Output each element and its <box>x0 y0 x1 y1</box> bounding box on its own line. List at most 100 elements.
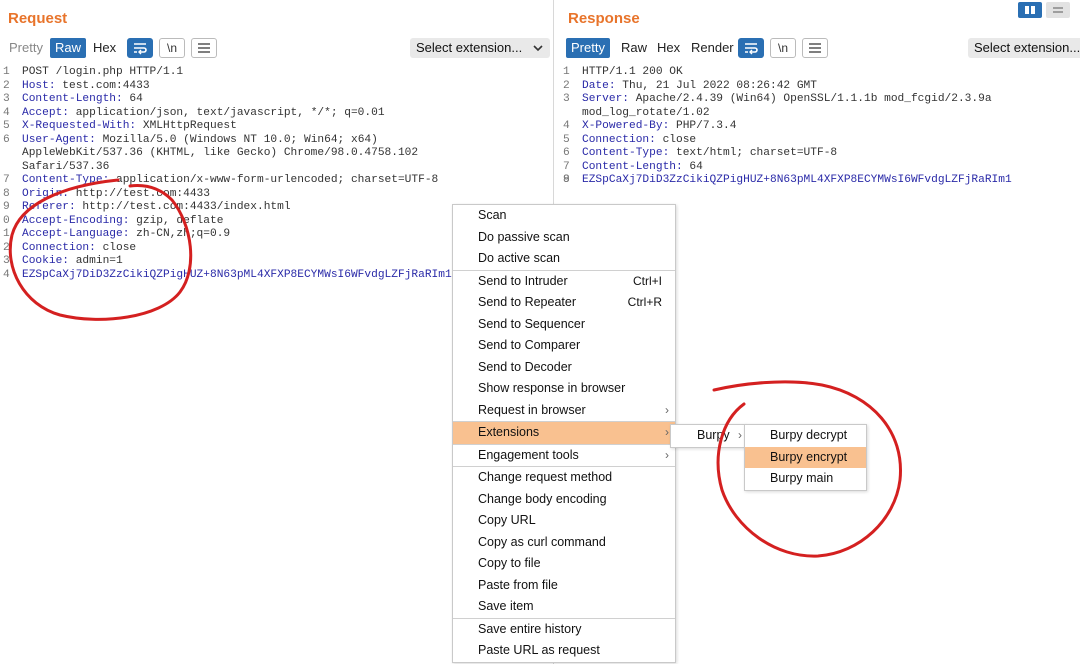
header-name: Cookie: <box>22 255 69 267</box>
menu-item-do-passive-scan[interactable]: Do passive scan <box>453 227 675 249</box>
wrap-lines-icon[interactable] <box>127 38 153 58</box>
line-number: 7 <box>3 174 10 186</box>
menu-icon[interactable] <box>191 38 217 58</box>
line-text: mod_log_rotate/1.02 <box>582 106 710 119</box>
tab-raw[interactable]: Raw <box>50 38 87 58</box>
header-name: Date: <box>582 79 616 92</box>
code-line: 1 POST /login.php HTTP/1.1 <box>0 66 553 80</box>
code-line: 7 Content-Length: 64 <box>560 161 1080 175</box>
newline-toggle-button[interactable]: \n <box>770 38 796 58</box>
line-number: 5 <box>563 133 570 146</box>
split-horizontal-icon[interactable] <box>1018 2 1042 18</box>
header-value: zh-CN,zh;q=0.9 <box>129 228 231 240</box>
menu-item-burpy-encrypt[interactable]: Burpy encrypt <box>745 446 866 468</box>
menu-item-save-item[interactable]: Save item <box>453 596 675 618</box>
menu-item-label: Show response in browser <box>478 381 626 395</box>
menu-item-label: Burpy decrypt <box>770 428 848 442</box>
context-menu: Scan Do passive scan Do active scan Send to… <box>452 204 676 663</box>
response-title: Response <box>568 10 640 27</box>
header-name: Accept: <box>22 106 69 119</box>
menu-item-show-response-in-browser[interactable]: Show response in browser <box>453 378 675 400</box>
line-number: 5 <box>3 120 10 132</box>
wrap-lines-icon[interactable] <box>738 38 764 58</box>
code-line: 8 Origin: http://test.com:4433 <box>0 188 553 202</box>
tab-raw[interactable]: Raw <box>616 38 652 58</box>
menu-item-paste-url-as-request[interactable]: Paste URL as request <box>453 640 675 662</box>
line-number: 2 <box>3 241 10 254</box>
response-toolbar: Pretty Raw Hex Render \n Select extensio… <box>566 38 1080 60</box>
menu-item-copy-as-curl-command[interactable]: Copy as curl command <box>453 532 675 554</box>
newline-toggle-button[interactable]: \n <box>159 38 185 58</box>
menu-item-label: Send to Intruder <box>478 273 568 288</box>
menu-item-copy-to-file[interactable]: Copy to file <box>453 553 675 575</box>
line-text: Safari/537.36 <box>22 160 110 173</box>
header-name: Referer: <box>22 201 76 213</box>
code-line: 6 Content-Type: text/html; charset=UTF-8 <box>560 147 1080 161</box>
menu-item-send-to-sequencer[interactable]: Send to Sequencer <box>453 314 675 336</box>
menu-item-engagement-tools[interactable]: Engagement tools › <box>453 445 675 467</box>
select-extension-dropdown[interactable]: Select extension... <box>410 38 534 58</box>
menu-item-send-to-comparer[interactable]: Send to Comparer <box>453 335 675 357</box>
menu-item-label: Extensions <box>478 425 540 439</box>
split-vertical-icon[interactable] <box>1046 2 1070 18</box>
header-name: Content-Type: <box>22 174 110 186</box>
menu-item-label: Copy URL <box>478 513 536 527</box>
code-line: 3 Server: Apache/2.4.39 (Win64) OpenSSL/1… <box>560 93 1080 107</box>
request-toolbar: Pretty Raw Hex \n Select extension... <box>4 38 550 60</box>
line-number: 6 <box>563 147 570 159</box>
header-value: gzip, deflate <box>129 214 224 227</box>
header-value: admin=1 <box>69 255 123 267</box>
chevron-right-icon: › <box>665 402 669 417</box>
menu-item-change-request-method[interactable]: Change request method <box>453 467 675 489</box>
menu-item-label: Paste from file <box>478 577 558 592</box>
menu-item-label: Send to Repeater <box>478 295 576 309</box>
layout-toggle <box>1018 2 1074 18</box>
menu-icon[interactable] <box>802 38 828 58</box>
menu-item-label: Send to Sequencer <box>478 316 586 331</box>
menu-item-burpy[interactable]: Burpy › <box>671 425 745 447</box>
menu-item-paste-from-file[interactable]: Paste from file <box>453 575 675 597</box>
line-number: 9 <box>563 174 570 186</box>
header-value: Mozilla/5.0 (Windows NT 10.0; Win64; x64… <box>95 133 378 146</box>
menu-item-label: Copy to file <box>478 556 541 570</box>
menu-item-burpy-decrypt[interactable]: Burpy decrypt <box>745 425 866 447</box>
header-value: 64 <box>682 160 703 173</box>
select-extension-dropdown[interactable]: Select extension... <box>968 38 1080 58</box>
line-number: 3 <box>3 255 10 267</box>
line-number: 6 <box>3 133 10 146</box>
menu-item-extensions[interactable]: Extensions › <box>453 422 675 444</box>
menu-item-request-in-browser[interactable]: Request in browser › <box>453 400 675 422</box>
tab-pretty[interactable]: Pretty <box>566 38 610 58</box>
line-text: AppleWebKit/537.36 (KHTML, like Gecko) C… <box>22 147 419 159</box>
header-value: XMLHttpRequest <box>136 120 237 132</box>
menu-item-burpy-main[interactable]: Burpy main <box>745 468 866 490</box>
line-number: 2 <box>563 79 570 92</box>
menu-item-send-to-intruder[interactable]: Send to Intruder Ctrl+I <box>453 271 675 293</box>
menu-item-scan[interactable]: Scan <box>453 205 675 227</box>
menu-item-label: Change body encoding <box>478 491 607 506</box>
menu-item-send-to-repeater[interactable]: Send to Repeater Ctrl+R <box>453 292 675 314</box>
chevron-down-icon[interactable] <box>526 38 550 58</box>
menu-item-do-active-scan[interactable]: Do active scan <box>453 248 675 270</box>
menu-item-save-entire-history[interactable]: Save entire history <box>453 619 675 641</box>
menu-item-send-to-decoder[interactable]: Send to Decoder <box>453 357 675 379</box>
tab-pretty[interactable]: Pretty <box>4 38 48 58</box>
line-text: HTTP/1.1 200 OK <box>582 66 683 78</box>
header-name: Connection: <box>582 133 656 146</box>
menu-item-label: Burpy main <box>770 471 834 485</box>
menu-item-label: Send to Decoder <box>478 359 572 374</box>
code-line: 4 Accept: application/json, text/javascri… <box>0 107 553 121</box>
tab-hex[interactable]: Hex <box>88 38 121 58</box>
menu-item-label: Save entire history <box>478 621 582 636</box>
code-line: 5 X-Requested-With: XMLHttpRequest <box>0 120 553 134</box>
menu-item-label: Copy as curl command <box>478 534 606 549</box>
header-value: Apache/2.4.39 (Win64) OpenSSL/1.1.1b mod… <box>629 93 992 105</box>
menu-item-copy-url[interactable]: Copy URL <box>453 510 675 532</box>
tab-hex[interactable]: Hex <box>652 38 685 58</box>
tab-render[interactable]: Render <box>686 38 739 58</box>
menu-item-change-body-encoding[interactable]: Change body encoding <box>453 489 675 511</box>
code-line: 5 Connection: close <box>560 134 1080 148</box>
header-name: Content-Type: <box>582 147 670 159</box>
header-name: Content-Length: <box>582 160 683 173</box>
response-editor[interactable]: 1 HTTP/1.1 200 OK 2 Date: Thu, 21 Jul 2022 … <box>560 66 1080 188</box>
